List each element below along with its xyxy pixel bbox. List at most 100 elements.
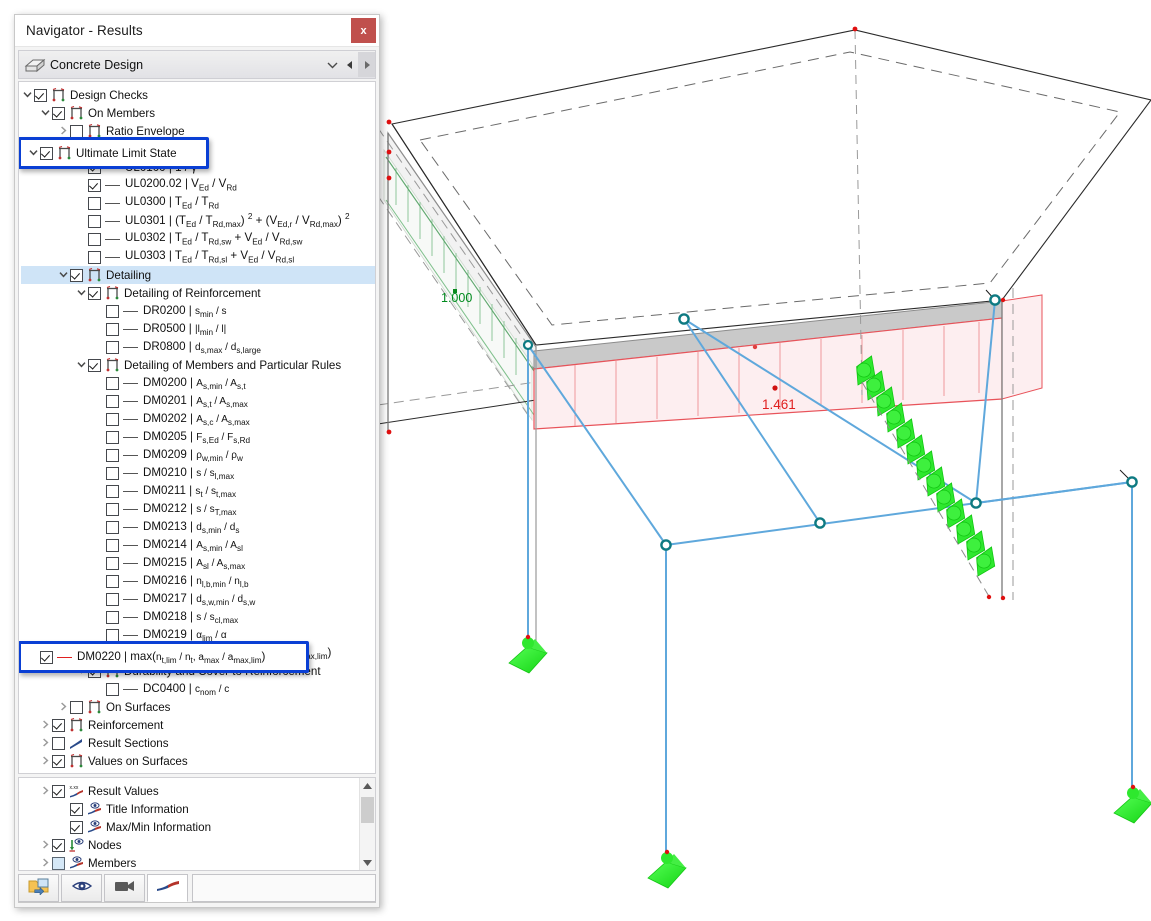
tree-item-dm0202[interactable]: DM0202 | As,c / As,max — [21, 410, 375, 428]
chevron-down-icon[interactable] — [21, 90, 34, 100]
tree-item-design-checks[interactable]: Design Checks — [21, 86, 375, 104]
tree-item-max-min-information[interactable]: Max/Min Information — [21, 818, 375, 836]
tree-item-dr0500[interactable]: DR0500 | |lmin / l| — [21, 320, 375, 338]
checkbox-dm0209[interactable] — [106, 449, 119, 462]
tree-item-dr0800[interactable]: DR0800 | ds,max / ds,large — [21, 338, 375, 356]
tree-item-dm0209[interactable]: DM0209 | ρw,min / ρw — [21, 446, 375, 464]
scrollbar-track[interactable] — [360, 793, 375, 855]
checkbox-dr0500[interactable] — [106, 323, 119, 336]
tree-item-dc0400[interactable]: DC0400 | cnom / c — [21, 680, 375, 698]
tab-results[interactable] — [147, 874, 188, 902]
checkbox-dm0205[interactable] — [106, 431, 119, 444]
tree-item-ul0200-02[interactable]: UL0200.02 | VEd / VRd — [21, 176, 375, 194]
chevron-right-icon[interactable] — [57, 126, 70, 137]
arrow-right-icon[interactable] — [358, 52, 375, 77]
tree-item-dm0213[interactable]: DM0213 | ds,min / ds — [21, 518, 375, 536]
tree-scrollbar[interactable] — [359, 778, 375, 870]
tab-display[interactable] — [61, 874, 102, 902]
tree-item-dm0218[interactable]: DM0218 | s / scl,max — [21, 608, 375, 626]
checkbox-dm0213[interactable] — [106, 521, 119, 534]
checkbox-members[interactable] — [52, 857, 65, 870]
tree-item-detailing-of-reinforcement[interactable]: Detailing of Reinforcement — [21, 284, 375, 302]
checkbox-nodes[interactable] — [52, 839, 65, 852]
chevron-right-icon[interactable] — [39, 756, 52, 767]
tree-item-dm0217[interactable]: DM0217 | ds,w,min / ds,w — [21, 590, 375, 608]
checkbox-reinforcement[interactable] — [52, 719, 65, 732]
checkbox-dm0200[interactable] — [106, 377, 119, 390]
checkbox-values-on-surfaces[interactable] — [52, 755, 65, 768]
checkbox-dm0220[interactable] — [40, 651, 53, 664]
chevron-right-icon[interactable] — [39, 840, 52, 851]
chevron-right-icon[interactable] — [39, 858, 52, 869]
tree-item-detailing[interactable]: Detailing — [21, 266, 375, 284]
checkbox-ratio-envelope[interactable] — [70, 125, 83, 138]
tree-item-dm0210[interactable]: DM0210 | s / sl,max — [21, 464, 375, 482]
tree-item-dm0200[interactable]: DM0200 | As,min / As,t — [21, 374, 375, 392]
tree-item-ul0301[interactable]: UL0301 | (TEd / TRd,max) 2 + (VEd,r / VR… — [21, 212, 375, 230]
tree-item-nodes[interactable]: Nodes — [21, 836, 375, 854]
checkbox-ul0300[interactable] — [88, 197, 101, 210]
module-selector[interactable]: Concrete Design — [18, 50, 376, 79]
checkbox-dm0212[interactable] — [106, 503, 119, 516]
checkbox-on-surfaces[interactable] — [70, 701, 83, 714]
checkbox-detailing-of-members[interactable] — [88, 359, 101, 372]
chevron-down-icon[interactable] — [324, 52, 341, 77]
checkbox-dm0214[interactable] — [106, 539, 119, 552]
checkbox-dm0210[interactable] — [106, 467, 119, 480]
tree-item-dm0220[interactable]: DM0220 | max(nt,lim / nt, amax / amax,li… — [21, 648, 306, 666]
checkbox-dm0219[interactable] — [106, 629, 119, 642]
chevron-down-icon[interactable] — [39, 108, 52, 118]
tree-item-dm0214[interactable]: DM0214 | As,min / Asl — [21, 536, 375, 554]
checkbox-ul0303[interactable] — [88, 251, 101, 264]
close-icon[interactable]: x — [351, 18, 376, 43]
tree-item-values-on-surfaces[interactable]: Values on Surfaces — [21, 752, 375, 770]
chevron-right-icon[interactable] — [39, 786, 52, 797]
tree-item-ul0303[interactable]: UL0303 | TEd / TRd,sl + VEd / VRd,sl — [21, 248, 375, 266]
checkbox-ul0302[interactable] — [88, 233, 101, 246]
checkbox-dr0200[interactable] — [106, 305, 119, 318]
checkbox-on-members[interactable] — [52, 107, 65, 120]
chevron-down-icon[interactable] — [75, 288, 88, 298]
tree-item-on-surfaces[interactable]: On Surfaces — [21, 698, 375, 716]
checkbox-detailing-of-reinforcement[interactable] — [88, 287, 101, 300]
tree-item-dm0201[interactable]: DM0201 | As,t / As,max — [21, 392, 375, 410]
scrollbar-thumb[interactable] — [361, 797, 374, 823]
checkbox-dm0202[interactable] — [106, 413, 119, 426]
checkbox-dm0217[interactable] — [106, 593, 119, 606]
tree-item-on-members[interactable]: On Members — [21, 104, 375, 122]
tree-item-ul0302[interactable]: UL0302 | TEd / TRd,sw + VEd / VRd,sw — [21, 230, 375, 248]
navigator-results-window[interactable]: Navigator - Results x Concrete Design — [14, 14, 380, 908]
checkbox-dc0400[interactable] — [106, 683, 119, 696]
tree-item-dr0200[interactable]: DR0200 | smin / s — [21, 302, 375, 320]
checkbox-detailing[interactable] — [70, 269, 83, 282]
tree-item-dm0215[interactable]: DM0215 | Asl / As,max — [21, 554, 375, 572]
checkbox-result-sections[interactable] — [52, 737, 65, 750]
tree-item-dm0205[interactable]: DM0205 | Fs,Ed / Fs,Rd — [21, 428, 375, 446]
tree-item-dm0216[interactable]: DM0216 | nl,b,min / nl,b — [21, 572, 375, 590]
tree-item-members[interactable]: Members — [21, 854, 375, 870]
checkbox-result-values[interactable] — [52, 785, 65, 798]
tree-item-ul0300[interactable]: UL0300 | TEd / TRd — [21, 194, 375, 212]
chevron-right-icon[interactable] — [57, 702, 70, 713]
tab-project-navigator[interactable] — [18, 874, 59, 902]
tree-item-result-sections[interactable]: Result Sections — [21, 734, 375, 752]
scroll-up-icon[interactable] — [360, 778, 375, 793]
tree-item-result-values[interactable]: x.xx Result Values — [21, 782, 375, 800]
tree-item-dm0212[interactable]: DM0212 | s / sT,max — [21, 500, 375, 518]
checkbox-dm0215[interactable] — [106, 557, 119, 570]
scroll-down-icon[interactable] — [360, 855, 375, 870]
checkbox-ul0200-02[interactable] — [88, 179, 101, 192]
display-tree-pane[interactable]: x.xx Result Values Title Information Max… — [18, 777, 376, 871]
chevron-right-icon[interactable] — [39, 738, 52, 749]
arrow-left-icon[interactable] — [341, 52, 358, 77]
checkbox-dm0211[interactable] — [106, 485, 119, 498]
checkbox-ultimate-limit-state[interactable] — [40, 147, 53, 160]
tree-item-ultimate-limit-state[interactable]: Ultimate Limit State — [21, 144, 206, 162]
chevron-right-icon[interactable] — [39, 720, 52, 731]
checkbox-ul0301[interactable] — [88, 215, 101, 228]
navigator-tab-strip[interactable] — [18, 874, 376, 903]
checkbox-max-min-information[interactable] — [70, 821, 83, 834]
checkbox-dm0218[interactable] — [106, 611, 119, 624]
checkbox-design-checks[interactable] — [34, 89, 47, 102]
chevron-down-icon[interactable] — [27, 148, 40, 158]
